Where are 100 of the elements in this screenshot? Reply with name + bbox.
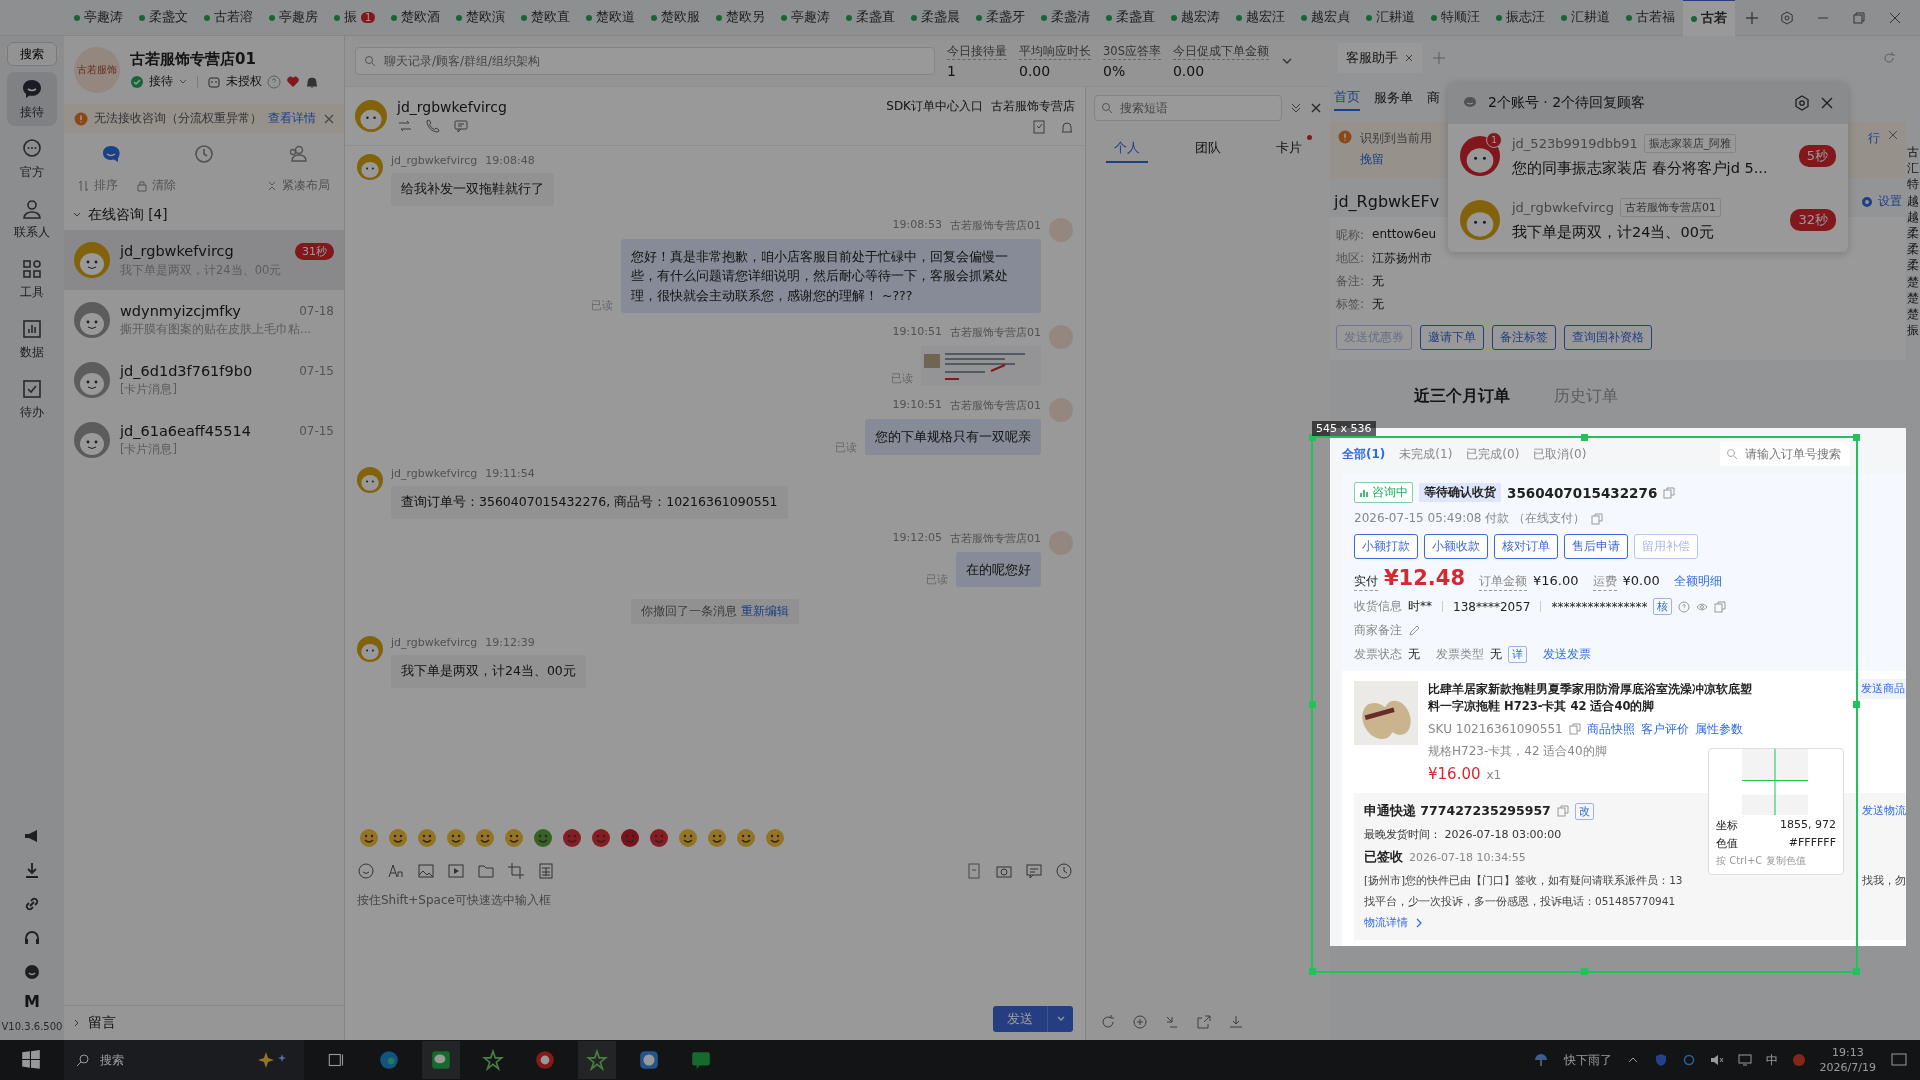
radio-icon[interactable]: [1862, 196, 1872, 207]
window-tab[interactable]: 古若福: [1618, 0, 1684, 35]
pending-customer-item[interactable]: jd_rgbwkefvircg 古若服饰专营店01 我下单是两双，计24当、00元 32秒: [1448, 188, 1848, 252]
nav-item[interactable]: 数据: [7, 312, 57, 366]
emoji-icon[interactable]: [504, 828, 524, 848]
nav-item[interactable]: 联系人: [7, 192, 57, 246]
bookmark-icon[interactable]: [1031, 118, 1047, 135]
product-link[interactable]: 属性参数: [1694, 720, 1743, 738]
window-tab[interactable]: 越宏汪: [1228, 0, 1294, 35]
emoji-icon[interactable]: [707, 828, 727, 848]
filter-tab[interactable]: 已取消(0): [1533, 445, 1587, 463]
restore-icon[interactable]: [1852, 10, 1866, 25]
clock-icon[interactable]: [1055, 862, 1073, 880]
mute-icon[interactable]: [1709, 1053, 1724, 1067]
search-box[interactable]: 搜索短语: [1094, 95, 1282, 121]
notification-icon[interactable]: [1890, 1051, 1908, 1069]
amount-detail-link[interactable]: 全额明细: [1673, 573, 1722, 590]
taskbar-search[interactable]: 搜索: [64, 1040, 304, 1080]
window-tab[interactable]: 亭趣涛: [66, 0, 131, 35]
edit-button[interactable]: 改: [1574, 802, 1594, 820]
emoji-icon[interactable]: [475, 828, 495, 848]
emoji-icon[interactable]: [765, 828, 785, 848]
invoice-detail-button[interactable]: 详: [1508, 646, 1527, 663]
assistant-subtab[interactable]: 商: [1427, 86, 1440, 110]
window-tab[interactable]: 越宏涛: [1163, 0, 1229, 35]
network-icon[interactable]: [1737, 1053, 1752, 1067]
selection-frame[interactable]: [1309, 434, 1860, 975]
send-options-button[interactable]: [1047, 1006, 1073, 1032]
pencil-icon[interactable]: [1408, 624, 1420, 637]
window-tab[interactable]: 柔盏直: [1098, 0, 1164, 35]
export-icon[interactable]: [1196, 1014, 1212, 1030]
emoji-icon[interactable]: [359, 828, 379, 848]
send-invoice-link[interactable]: 发送发票: [1543, 646, 1591, 663]
close-icon[interactable]: [1310, 102, 1322, 114]
window-tab[interactable]: 古若溶: [196, 0, 261, 35]
help-icon[interactable]: [267, 74, 281, 89]
window-tab[interactable]: 振 1: [326, 0, 384, 35]
nav-item[interactable]: 官方: [7, 132, 57, 186]
order-tab[interactable]: 近三个月订单: [1414, 386, 1510, 410]
status-dropdown[interactable]: 接待: [149, 73, 173, 90]
retain-link[interactable]: 挽留: [1360, 151, 1432, 168]
weather-text[interactable]: 快下雨了: [1563, 1051, 1612, 1069]
sync-icon[interactable]: [1681, 1053, 1696, 1067]
add-circle-icon[interactable]: [1132, 1014, 1148, 1030]
window-tab[interactable]: 楚欧直: [513, 0, 579, 35]
search-button[interactable]: 搜索: [7, 42, 57, 66]
shield-icon[interactable]: [1653, 1053, 1668, 1067]
video-icon[interactable]: [447, 862, 465, 880]
filter-tab[interactable]: 已完成(0): [1466, 445, 1520, 463]
close-icon[interactable]: [1888, 10, 1902, 25]
emoji-icon[interactable]: [388, 828, 408, 848]
nav-item[interactable]: 待办: [7, 372, 57, 426]
sort-button[interactable]: 排序: [78, 177, 118, 194]
search-box[interactable]: 请输入订单号搜索: [1720, 442, 1850, 466]
search-box[interactable]: 聊天记录/顾客/群组/组织架构: [355, 47, 935, 75]
action-button[interactable]: 备注标签: [1492, 325, 1556, 350]
window-tab[interactable]: 柔盏文: [131, 0, 196, 35]
assistant-subtab[interactable]: 服务单: [1374, 86, 1413, 110]
message-icon[interactable]: [453, 117, 469, 134]
emoji-icon[interactable]: [620, 828, 640, 848]
phrase-tab[interactable]: 团队: [1187, 135, 1229, 163]
window-tab[interactable]: 汇耕道: [1358, 0, 1424, 35]
window-tab[interactable]: 楚欧另: [708, 0, 774, 35]
window-tab[interactable]: 柔盏直: [838, 0, 904, 35]
close-icon[interactable]: [324, 113, 334, 124]
assistant-tab[interactable]: 客服助手: [1338, 43, 1422, 73]
window-tab[interactable]: 楚欧演: [448, 0, 514, 35]
filter-tab[interactable]: 全部(1): [1342, 445, 1386, 463]
emoji-icon[interactable]: [736, 828, 756, 848]
bell-icon[interactable]: [305, 74, 319, 89]
header-link[interactable]: SDK订单中心入口: [886, 97, 983, 115]
window-tab[interactable]: 特顺汪: [1423, 0, 1489, 35]
filter-tab[interactable]: 未完成(1): [1399, 445, 1453, 463]
window-tab[interactable]: 楚欧酒: [383, 0, 449, 35]
nav-item[interactable]: 接待: [7, 72, 57, 126]
emoji-icon[interactable]: [591, 828, 611, 848]
window-tab[interactable]: 亭趣涛: [773, 0, 839, 35]
smiley-icon[interactable]: [357, 862, 375, 880]
font-icon[interactable]: [387, 862, 405, 880]
close-icon[interactable]: [1820, 96, 1834, 110]
eye-icon[interactable]: [1696, 600, 1709, 613]
crop-icon[interactable]: [507, 862, 525, 880]
assistant-subtab[interactable]: 首页: [1334, 85, 1360, 111]
product-link[interactable]: 商品快照: [1586, 720, 1635, 738]
refresh-icon[interactable]: [1882, 51, 1896, 65]
double-chevron-icon[interactable]: [1290, 102, 1302, 114]
header-link[interactable]: 古若服饰专营店: [991, 97, 1075, 115]
window-tab[interactable]: 楚欧道: [578, 0, 644, 35]
window-tab[interactable]: 柔盏晨: [903, 0, 969, 35]
verify-button[interactable]: 核: [1653, 598, 1673, 615]
star-app-icon[interactable]: [578, 1041, 616, 1079]
smiley-icon[interactable]: [22, 962, 42, 982]
close-icon[interactable]: [1404, 53, 1414, 63]
send-logistics-link[interactable]: 发送物流: [1862, 804, 1906, 818]
window-tab[interactable]: 汇耕道: [1553, 0, 1619, 35]
copy-icon[interactable]: [1714, 600, 1727, 613]
window-tab[interactable]: 振志汪: [1488, 0, 1554, 35]
collapse-icon[interactable]: [1164, 1014, 1180, 1030]
folder-icon[interactable]: [477, 862, 495, 880]
close-icon[interactable]: [1888, 130, 1898, 140]
